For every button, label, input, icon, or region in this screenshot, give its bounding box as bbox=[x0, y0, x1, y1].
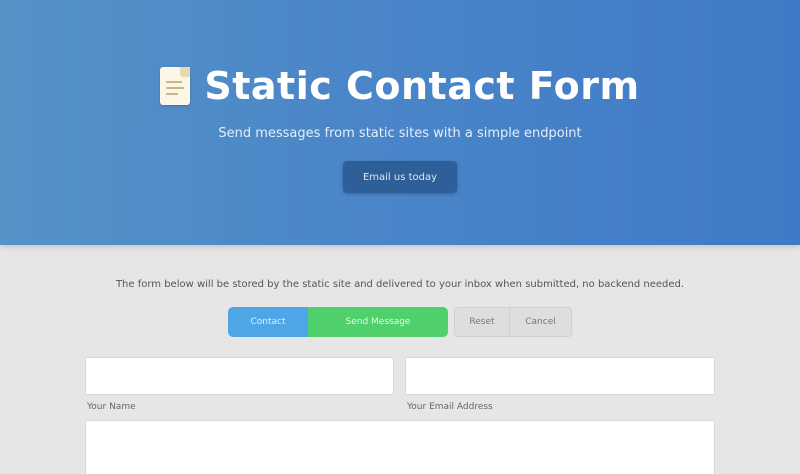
document-icon bbox=[160, 67, 191, 105]
hero-header: Static Contact Form Send messages from s… bbox=[0, 0, 800, 245]
name-label: Your Name bbox=[87, 402, 136, 412]
intro-text: The form below will be stored by the sta… bbox=[115, 279, 685, 290]
page-title-text: Static Contact Form bbox=[204, 64, 640, 108]
email-label: Your Email Address bbox=[407, 402, 493, 412]
contact-button[interactable]: Contact bbox=[228, 307, 308, 337]
name-field[interactable] bbox=[85, 357, 394, 395]
page-subtitle: Send messages from static sites with a s… bbox=[218, 126, 582, 141]
email-field[interactable] bbox=[405, 357, 715, 395]
email-us-button[interactable]: Email us today bbox=[343, 161, 457, 193]
form-toolbar: Contact Send Message Reset Cancel bbox=[228, 307, 572, 337]
reset-button[interactable]: Reset bbox=[454, 307, 510, 337]
page-title: Static Contact Form bbox=[0, 58, 800, 114]
cancel-button[interactable]: Cancel bbox=[510, 307, 572, 337]
send-message-button[interactable]: Send Message bbox=[308, 307, 448, 337]
message-textarea[interactable] bbox=[85, 420, 715, 474]
